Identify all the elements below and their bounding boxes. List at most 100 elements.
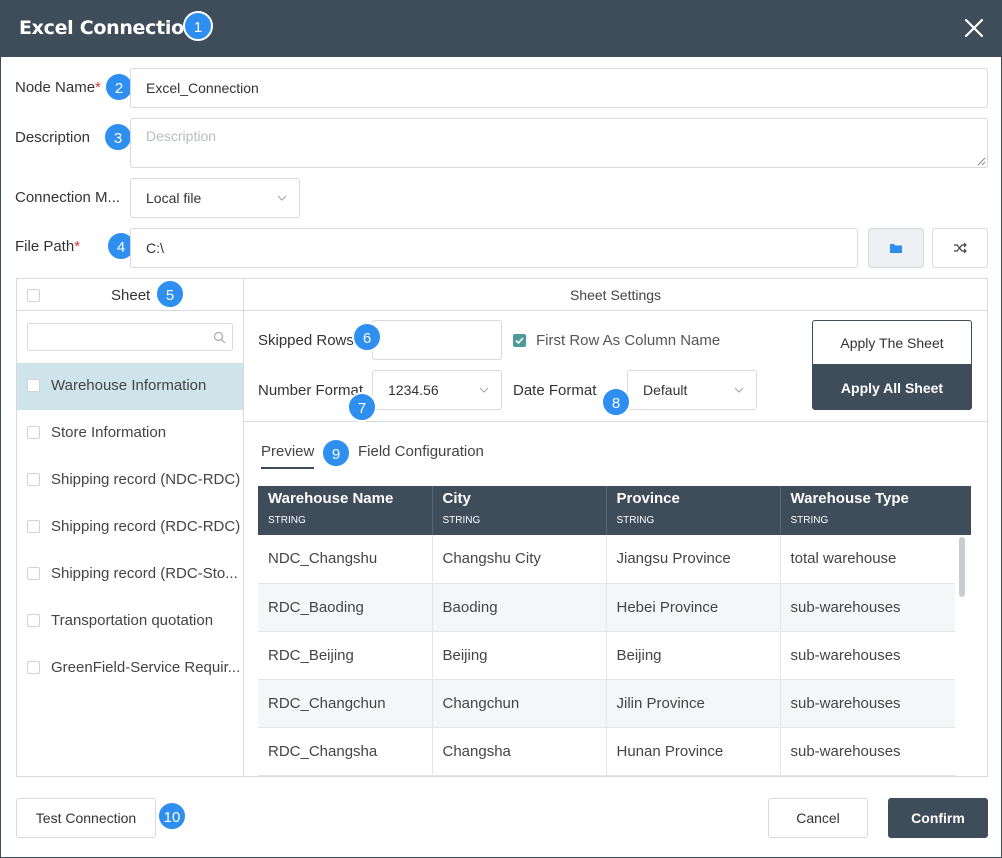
folder-icon: [890, 244, 902, 253]
select-all-checkbox[interactable]: [27, 289, 40, 302]
sheet-item-label: Shipping record (RDC-Sto...: [51, 565, 238, 582]
table-row: RDC_Beijing Beijing Beijing sub-warehouses: [258, 631, 956, 680]
column-name: Province: [616, 490, 680, 507]
column-type: STRING: [268, 515, 306, 526]
confirm-button[interactable]: Confirm: [888, 798, 988, 838]
preview-table: Warehouse Name STRING City STRING Province ST…: [258, 486, 956, 776]
first-row-checkbox[interactable]: [513, 334, 526, 347]
column-header: Warehouse Name STRING: [258, 486, 433, 535]
column-name: City: [442, 490, 471, 507]
chevron-down-icon: [734, 387, 744, 393]
table-cell: Beijing: [432, 631, 607, 680]
dialog-title: Excel Connection: [19, 17, 198, 39]
sheet-item-label: Shipping record (RDC-RDC): [51, 518, 241, 535]
table-cell: sub-warehouses: [780, 679, 956, 728]
chevron-down-icon: [277, 195, 287, 201]
annotation-badge-6: 6: [352, 322, 382, 352]
shuffle-button[interactable]: [932, 228, 988, 268]
table-cell: Changshu City: [432, 535, 607, 584]
dialog-header: Excel Connection: [1, 1, 1001, 57]
number-format-label: Number Format: [258, 382, 364, 399]
table-row: RDC_Changchun Changchun Jilin Province sub-…: [258, 679, 956, 728]
column-header: City STRING: [432, 486, 607, 535]
connection-method-select[interactable]: Local file: [130, 178, 300, 218]
excel-connection-dialog: Excel Connection 1 Node Name* 2 Excel_Co…: [0, 0, 1002, 858]
node-name-input[interactable]: Excel_Connection: [130, 68, 988, 108]
annotation-badge-10: 10: [157, 801, 187, 831]
apply-sheet-button[interactable]: Apply The Sheet: [812, 320, 972, 365]
sheet-settings-header: Sheet Settings: [244, 279, 987, 311]
sheet-checkbox[interactable]: [27, 567, 40, 580]
sheet-list-item[interactable]: Transportation quotation: [17, 598, 243, 645]
search-icon: [213, 331, 226, 344]
number-format-select[interactable]: 1234.56: [372, 370, 502, 410]
table-cell: RDC_Beijing: [258, 631, 433, 680]
sheet-list-item[interactable]: GreenField-Service Requir...: [17, 645, 243, 692]
sheet-checkbox[interactable]: [27, 614, 40, 627]
sheet-list-pane: Sheet Warehouse Information Store Informa…: [17, 279, 244, 776]
table-cell: Changsha: [432, 727, 607, 776]
connection-method-label: Connection M...: [15, 189, 121, 206]
date-format-value: Default: [643, 382, 688, 398]
table-scrollbar[interactable]: [955, 535, 971, 775]
annotation-badge-7: 7: [347, 392, 377, 422]
sheet-item-label: GreenField-Service Requir...: [51, 659, 241, 676]
table-cell: RDC_Changsha: [258, 727, 433, 776]
sheet-list-item[interactable]: Shipping record (RDC-RDC): [17, 504, 243, 551]
date-format-select[interactable]: Default: [627, 370, 757, 410]
sheet-list-item[interactable]: Warehouse Information: [17, 363, 243, 410]
sheet-item-label: Shipping record (NDC-RDC): [51, 471, 241, 488]
table-cell: RDC_Changchun: [258, 679, 433, 728]
column-name: Warehouse Type: [790, 490, 909, 507]
sheet-checkbox[interactable]: [27, 661, 40, 674]
table-cell: NDC_Changshu: [258, 535, 433, 584]
shuffle-icon: [954, 242, 967, 254]
description-textarea[interactable]: Description: [130, 118, 988, 168]
sheet-list-item[interactable]: Store Information: [17, 410, 243, 457]
skipped-rows-input[interactable]: [372, 320, 502, 360]
sheet-checkbox[interactable]: [27, 520, 40, 533]
browse-folder-button[interactable]: [868, 228, 924, 268]
sheet-checkbox[interactable]: [27, 426, 40, 439]
tab-preview[interactable]: Preview: [261, 443, 315, 469]
check-icon: [515, 337, 524, 345]
cancel-button[interactable]: Cancel: [768, 798, 868, 838]
scrollbar-thumb[interactable]: [959, 537, 965, 597]
table-header-filler: [955, 486, 971, 535]
sheet-header-label: Sheet: [111, 287, 151, 304]
apply-all-sheet-button[interactable]: Apply All Sheet: [812, 365, 972, 410]
number-format-value: 1234.56: [388, 382, 439, 398]
table-cell: Beijing: [606, 631, 781, 680]
sheet-list-item[interactable]: Shipping record (RDC-Sto...: [17, 551, 243, 598]
annotation-badge-3: 3: [103, 122, 133, 152]
column-type: STRING: [616, 515, 655, 526]
sheet-checkbox[interactable]: [27, 473, 40, 486]
table-cell: sub-warehouses: [780, 583, 956, 632]
table-cell: total warehouse: [780, 535, 956, 584]
annotation-badge-8: 8: [601, 387, 631, 417]
table-cell: Jiangsu Province: [606, 535, 781, 584]
node-name-label: Node Name*: [15, 79, 101, 96]
file-path-label: File Path*: [15, 238, 81, 255]
test-connection-button[interactable]: Test Connection: [16, 798, 156, 838]
resize-handle-icon[interactable]: [976, 156, 986, 166]
file-path-input[interactable]: C:\: [130, 228, 858, 268]
annotation-badge-5: 5: [155, 279, 185, 309]
close-icon[interactable]: [961, 15, 987, 41]
tab-field-configuration[interactable]: Field Configuration: [358, 443, 484, 460]
sheet-settings-pane: Sheet Settings Skipped Rows First Row As…: [244, 279, 987, 776]
sheet-list-item[interactable]: Shipping record (NDC-RDC): [17, 457, 243, 504]
sheet-search-input[interactable]: [27, 323, 233, 351]
date-format-label: Date Format: [513, 382, 597, 399]
sheet-item-label: Store Information: [51, 424, 167, 441]
table-cell: sub-warehouses: [780, 631, 956, 680]
skipped-rows-label: Skipped Rows: [258, 332, 354, 349]
sheet-checkbox[interactable]: [27, 379, 40, 392]
sheet-panel: Sheet Warehouse Information Store Informa…: [16, 278, 988, 777]
table-cell: RDC_Baoding: [258, 583, 433, 632]
annotation-badge-9: 9: [321, 438, 351, 468]
sheet-item-label: Transportation quotation: [51, 612, 214, 629]
connection-method-value: Local file: [146, 190, 202, 206]
column-type: STRING: [790, 515, 829, 526]
table-cell: Jilin Province: [606, 679, 781, 728]
